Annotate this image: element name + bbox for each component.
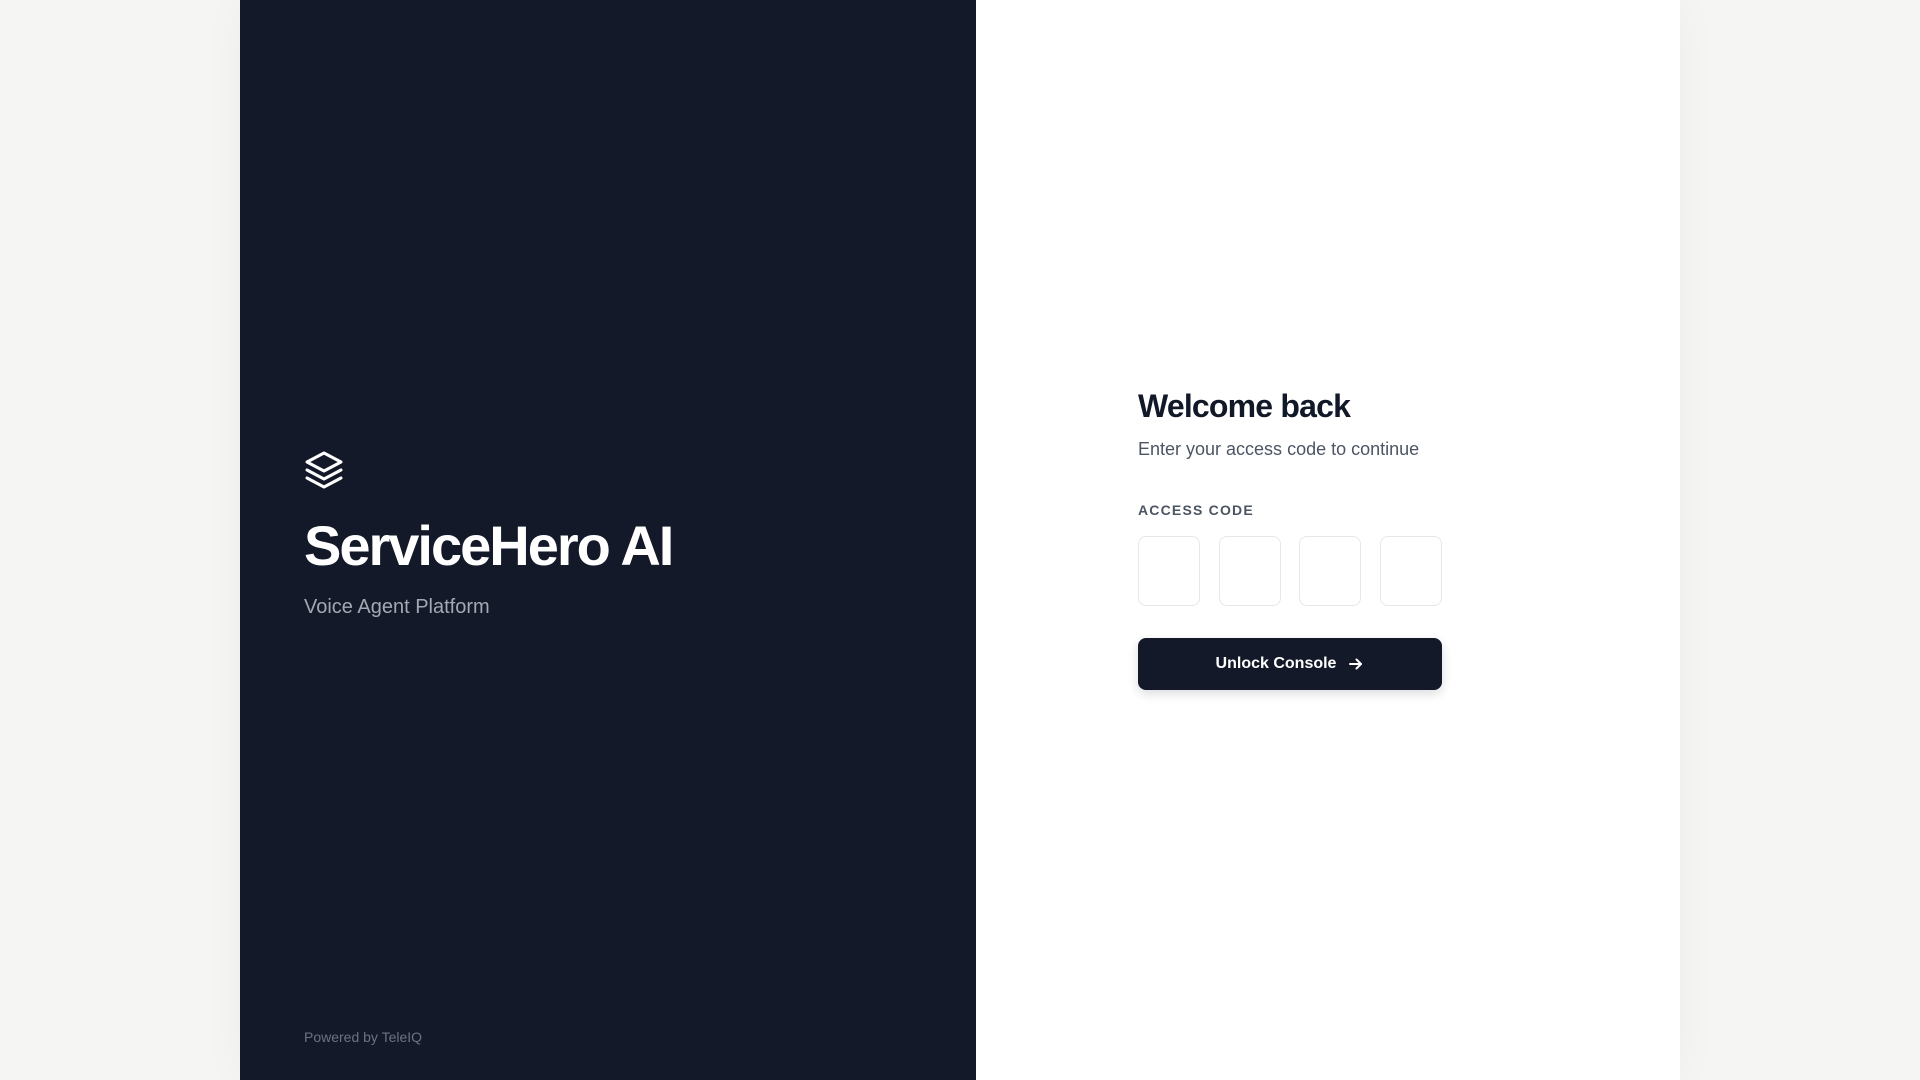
brand-block: ServiceHero AI Voice Agent Platform bbox=[304, 450, 674, 619]
layers-icon bbox=[305, 451, 343, 489]
access-code-digit-4[interactable] bbox=[1379, 536, 1442, 606]
powered-by-text: Powered by TeleIQ bbox=[304, 1029, 423, 1045]
access-code-digit-3[interactable] bbox=[1299, 536, 1362, 606]
page-title: Welcome back bbox=[1138, 388, 1351, 424]
login-form: Welcome back Enter your access code to c… bbox=[1138, 383, 1442, 690]
access-code-inputs bbox=[1138, 536, 1442, 606]
arrow-right-icon bbox=[1348, 656, 1364, 672]
brand-tagline: Voice Agent Platform bbox=[304, 596, 490, 618]
page-subtitle: Enter your access code to continue bbox=[1138, 439, 1420, 459]
access-code-digit-1[interactable] bbox=[1138, 536, 1200, 606]
unlock-console-button[interactable]: Unlock Console bbox=[1138, 638, 1442, 690]
access-code-digit-2[interactable] bbox=[1218, 536, 1281, 606]
brand-name: ServiceHero AI bbox=[304, 514, 674, 577]
app-frame: ServiceHero AI Voice Agent Platform Powe… bbox=[240, 0, 1680, 1080]
unlock-console-label: Unlock Console bbox=[1215, 655, 1337, 672]
brand-panel: ServiceHero AI Voice Agent Platform Powe… bbox=[240, 0, 976, 1080]
access-code-label: ACCESS CODE bbox=[1138, 502, 1254, 518]
login-panel: Welcome back Enter your access code to c… bbox=[976, 0, 1680, 1080]
